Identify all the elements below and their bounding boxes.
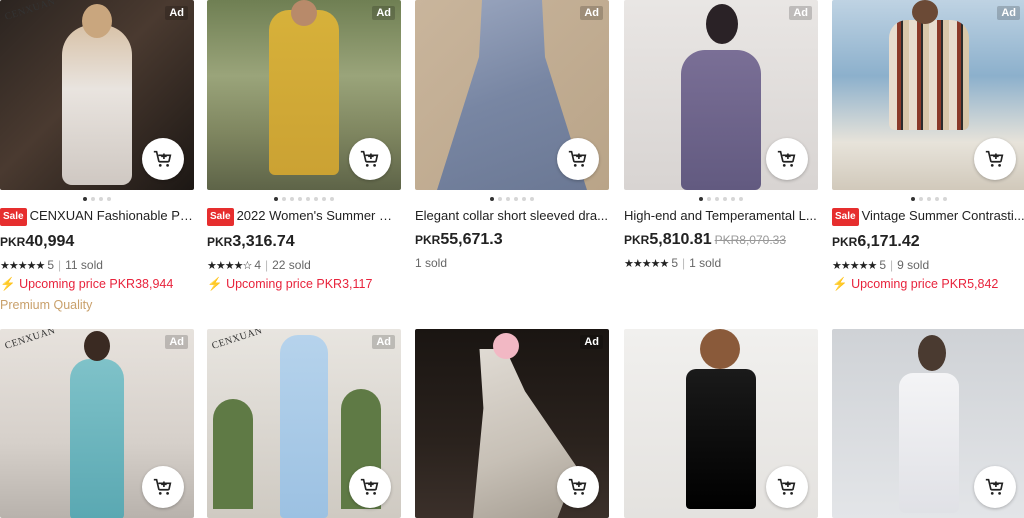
add-to-cart-icon bbox=[985, 478, 1004, 495]
ad-badge: Ad bbox=[372, 6, 395, 20]
sale-badge: Sale bbox=[207, 208, 234, 226]
add-to-cart-button[interactable] bbox=[349, 138, 391, 180]
sale-badge: Sale bbox=[0, 208, 27, 226]
product-image[interactable]: Ad bbox=[624, 0, 818, 190]
star-rating-icon: ★★★★☆ bbox=[207, 259, 252, 272]
add-to-cart-button[interactable] bbox=[974, 138, 1016, 180]
star-rating-icon: ★★★★★ bbox=[832, 259, 877, 272]
add-to-cart-icon bbox=[360, 478, 379, 495]
add-to-cart-button[interactable] bbox=[974, 466, 1016, 508]
product-image[interactable]: Ad bbox=[415, 0, 609, 190]
add-to-cart-icon bbox=[777, 478, 796, 495]
product-card[interactable] bbox=[832, 329, 1024, 518]
lightning-icon: ⚡ bbox=[832, 277, 848, 291]
add-to-cart-icon bbox=[568, 478, 587, 495]
add-to-cart-icon bbox=[153, 478, 172, 495]
ad-badge: Ad bbox=[997, 6, 1020, 20]
product-card[interactable] bbox=[624, 329, 818, 518]
product-image[interactable]: CENXUAN Ad bbox=[207, 329, 401, 518]
original-price: PKR8,070.33 bbox=[714, 233, 787, 247]
image-carousel-dots[interactable] bbox=[415, 194, 609, 204]
add-to-cart-icon bbox=[777, 150, 796, 167]
add-to-cart-button[interactable] bbox=[766, 466, 808, 508]
rating-row: ★★★★★ 5 | 11 sold bbox=[0, 258, 103, 272]
product-card[interactable]: Ad bbox=[415, 329, 609, 518]
rating-row: ★★★★★ 5 | 1 sold bbox=[624, 256, 722, 270]
product-image[interactable] bbox=[832, 329, 1024, 518]
image-carousel-dots[interactable] bbox=[832, 194, 1024, 204]
lightning-icon: ⚡ bbox=[0, 277, 16, 291]
sold-count: 1 sold bbox=[415, 256, 448, 270]
product-title[interactable]: Sale Vintage Summer Contrasti... bbox=[832, 208, 1024, 226]
add-to-cart-button[interactable] bbox=[142, 466, 184, 508]
add-to-cart-button[interactable] bbox=[557, 466, 599, 508]
upcoming-price: ⚡ Upcoming price PKR5,842 bbox=[832, 277, 999, 291]
product-title[interactable]: Elegant collar short sleeved dra... bbox=[415, 208, 609, 224]
star-rating-icon: ★★★★★ bbox=[624, 257, 669, 270]
lightning-icon: ⚡ bbox=[207, 277, 223, 291]
product-image[interactable]: Ad bbox=[207, 0, 401, 190]
image-carousel-dots[interactable] bbox=[624, 194, 818, 204]
star-rating-icon: ★★★★★ bbox=[0, 259, 45, 272]
add-to-cart-icon bbox=[985, 150, 1004, 167]
add-to-cart-icon bbox=[153, 150, 172, 167]
add-to-cart-button[interactable] bbox=[349, 466, 391, 508]
product-title[interactable]: Sale 2022 Women's Summer Dr... bbox=[207, 208, 401, 226]
product-image[interactable]: CENXUAN Ad bbox=[0, 329, 194, 518]
product-card[interactable]: Ad Sale Vintage Summer Contrasti... PKR6,… bbox=[832, 0, 1024, 292]
product-price: PKR40,994 bbox=[0, 233, 75, 250]
product-card[interactable]: Ad Sale 2022 Women's Summer Dr... PKR3,31… bbox=[207, 0, 401, 292]
add-to-cart-icon bbox=[360, 150, 379, 167]
product-card[interactable]: CENXUAN Ad bbox=[0, 329, 194, 518]
add-to-cart-button[interactable] bbox=[766, 138, 808, 180]
ad-badge: Ad bbox=[165, 6, 188, 20]
product-title[interactable]: High-end and Temperamental L... bbox=[624, 208, 818, 224]
product-image[interactable]: CENXUAN Ad bbox=[0, 0, 194, 190]
product-image[interactable]: Ad bbox=[832, 0, 1024, 190]
ad-badge: Ad bbox=[789, 6, 812, 20]
premium-label: Premium Quality bbox=[0, 298, 93, 312]
product-price: PKR5,810.81 PKR8,070.33 bbox=[624, 231, 787, 248]
add-to-cart-button[interactable] bbox=[142, 138, 184, 180]
ad-badge: Ad bbox=[372, 335, 395, 349]
image-carousel-dots[interactable] bbox=[0, 194, 194, 204]
image-carousel-dots[interactable] bbox=[207, 194, 401, 204]
upcoming-price: ⚡ Upcoming price PKR38,944 bbox=[0, 277, 174, 291]
add-to-cart-button[interactable] bbox=[557, 138, 599, 180]
rating-row: ★★★★☆ 4 | 22 sold bbox=[207, 258, 311, 272]
product-card[interactable]: CENXUAN Ad Sale CENXUAN Fashionable Pe...… bbox=[0, 0, 194, 312]
upcoming-price: ⚡ Upcoming price PKR3,117 bbox=[207, 277, 373, 291]
product-image[interactable]: Ad bbox=[415, 329, 609, 518]
product-price: PKR6,171.42 bbox=[832, 233, 920, 250]
product-image[interactable] bbox=[624, 329, 818, 518]
product-price: PKR3,316.74 bbox=[207, 233, 295, 250]
ad-badge: Ad bbox=[165, 335, 188, 349]
ad-badge: Ad bbox=[580, 335, 603, 349]
ad-badge: Ad bbox=[580, 6, 603, 20]
rating-row: ★★★★★ 5 | 9 sold bbox=[832, 258, 930, 272]
product-price: PKR55,671.3 bbox=[415, 231, 503, 248]
product-card[interactable]: Ad Elegant collar short sleeved dra... P… bbox=[415, 0, 609, 270]
product-card[interactable]: CENXUAN Ad bbox=[207, 329, 401, 518]
sale-badge: Sale bbox=[832, 208, 859, 226]
product-card[interactable]: Ad High-end and Temperamental L... PKR5,… bbox=[624, 0, 818, 270]
add-to-cart-icon bbox=[568, 150, 587, 167]
product-title[interactable]: Sale CENXUAN Fashionable Pe... bbox=[0, 208, 194, 226]
